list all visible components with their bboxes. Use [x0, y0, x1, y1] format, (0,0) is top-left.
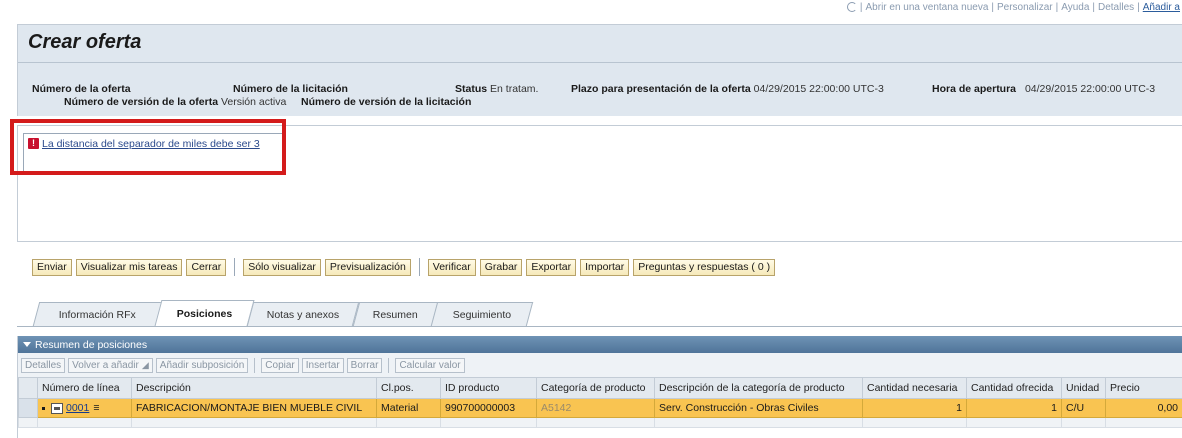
category-description-cell: Serv. Construcción - Obras Civiles — [654, 398, 863, 418]
product-id-cell: 990700000003 — [440, 398, 537, 418]
unit-cell: C/U — [1061, 398, 1106, 418]
questions-answers-button[interactable]: Preguntas y respuestas ( 0 ) — [633, 258, 776, 276]
description-cell: FABRICACION/MONTAJE BIEN MUEBLE CIVIL — [131, 398, 377, 418]
column-header-description[interactable]: Descripción — [131, 377, 377, 399]
opening-time-value: 04/29/2015 22:00:00 UTC-3 — [1024, 83, 1156, 95]
status-field: Status En tratam. — [455, 83, 539, 95]
positions-panel: Resumen de posiciones Detalles Volver a … — [17, 336, 1182, 438]
title-divider — [18, 62, 1182, 63]
display-only-button[interactable]: Sólo visualizar — [243, 258, 321, 276]
column-header-line-number[interactable]: Número de línea — [37, 377, 132, 399]
tab-strip: Información RFx Posiciones Notas y anexo… — [32, 300, 534, 326]
price-cell[interactable]: 0,00 — [1105, 398, 1182, 418]
toolbar-separator — [234, 258, 236, 276]
toolbar-separator — [254, 357, 256, 373]
offer-version-field: Número de versión de la oferta Versión a… — [64, 96, 287, 108]
preview-button[interactable]: Previsualización — [324, 258, 411, 276]
open-new-window-link[interactable]: Abrir en una ventana nueva — [866, 2, 989, 13]
refresh-icon[interactable] — [846, 2, 857, 12]
calculate-value-button[interactable]: Calcular valor — [395, 357, 465, 373]
delete-button[interactable]: Borrar — [346, 357, 383, 373]
highlight-annotation — [10, 119, 286, 175]
qty-offered-cell[interactable]: 1 — [966, 398, 1062, 418]
column-header-product-id[interactable]: ID producto — [440, 377, 537, 399]
opening-time-field: Hora de apertura 04/29/2015 22:00:00 UTC… — [932, 83, 1156, 95]
action-toolbar: Enviar Visualizar mis tareas Cerrar Sólo… — [32, 258, 776, 276]
positions-panel-header[interactable]: Resumen de posiciones — [18, 336, 1182, 353]
toolbar-separator — [418, 258, 420, 276]
close-button[interactable]: Cerrar — [186, 258, 227, 276]
export-button[interactable]: Exportar — [526, 258, 577, 276]
tab-positions[interactable]: Posiciones — [154, 300, 255, 326]
column-header-unit[interactable]: Unidad — [1061, 377, 1106, 399]
personalize-link[interactable]: Personalizar — [997, 2, 1053, 13]
offer-number-field: Número de la oferta — [32, 83, 131, 95]
add-to-link[interactable]: Añadir a — [1143, 2, 1180, 13]
add-again-button[interactable]: Volver a añadir ◢ — [68, 357, 153, 373]
edit-icon[interactable]: ≡ — [93, 402, 99, 414]
save-button[interactable]: Grabar — [479, 258, 523, 276]
verify-button[interactable]: Verificar — [427, 258, 476, 276]
column-header-price[interactable]: Precio — [1105, 377, 1182, 399]
add-subposition-button[interactable]: Añadir subposición — [155, 357, 249, 373]
column-header-product-category[interactable]: Categoría de producto — [536, 377, 655, 399]
column-header-qty-needed[interactable]: Cantidad necesaria — [862, 377, 967, 399]
item-type-icon — [51, 402, 63, 414]
insert-button[interactable]: Insertar — [301, 357, 344, 373]
tab-rfx-info[interactable]: Información RFx — [32, 302, 163, 326]
dropdown-arrow-icon: ◢ — [141, 359, 149, 370]
import-button[interactable]: Importar — [580, 258, 630, 276]
tender-number-field: Número de la licitación — [233, 83, 348, 95]
tabs-baseline — [17, 326, 1182, 327]
details-link[interactable]: Detalles — [1098, 2, 1134, 13]
copy-button[interactable]: Copiar — [261, 357, 299, 373]
deadline-value: 04/29/2015 22:00:00 UTC-3 — [753, 83, 884, 95]
table-row — [18, 417, 1182, 428]
column-header-qty-offered[interactable]: Cantidad ofrecida — [966, 377, 1062, 399]
send-button[interactable]: Enviar — [32, 258, 72, 276]
tab-notes-attachments[interactable]: Notas y anexos — [247, 302, 361, 326]
positions-panel-title: Resumen de posiciones — [35, 338, 148, 351]
offer-version-value: Versión activa — [220, 96, 287, 108]
help-link[interactable]: Ayuda — [1061, 2, 1089, 13]
line-number-link[interactable]: 0001 — [66, 402, 89, 414]
deadline-field: Plazo para presentación de la oferta 04/… — [571, 83, 884, 95]
collapse-triangle-icon[interactable] — [23, 342, 31, 347]
row-selector[interactable] — [18, 398, 38, 418]
line-number-cell: 0001 ≡ — [37, 398, 132, 418]
page-title: Crear oferta — [28, 31, 142, 53]
tender-version-field: Número de versión de la licitación — [301, 96, 472, 108]
column-header-item-category[interactable]: Cl.pos. — [376, 377, 441, 399]
item-category-cell: Material — [376, 398, 441, 418]
tab-summary[interactable]: Resumen — [352, 302, 439, 326]
details-button[interactable]: Detalles — [21, 357, 66, 373]
select-all-header[interactable] — [18, 377, 38, 399]
table-header-row: Número de línea Descripción Cl.pos. ID p… — [18, 377, 1182, 399]
column-header-category-description[interactable]: Descripción de la categoría de producto — [654, 377, 863, 399]
top-links-bar: | Abrir en una ventana nueva | Personali… — [846, 0, 1182, 14]
positions-toolbar: Detalles Volver a añadir ◢ Añadir subposi… — [18, 353, 1182, 377]
qty-needed-cell: 1 — [862, 398, 967, 418]
view-my-tasks-button[interactable]: Visualizar mis tareas — [75, 258, 183, 276]
offer-header-panel: Crear oferta Número de la oferta Número … — [17, 24, 1182, 116]
tab-tracking[interactable]: Seguimiento — [430, 302, 534, 326]
toolbar-separator — [388, 357, 390, 373]
status-value: En tratam. — [490, 83, 539, 95]
product-category-cell: A5142 — [536, 398, 655, 418]
bullet-icon — [42, 406, 45, 410]
table-row[interactable]: 0001 ≡ FABRICACION/MONTAJE BIEN MUEBLE CI… — [18, 398, 1182, 418]
positions-table: Número de línea Descripción Cl.pos. ID p… — [18, 377, 1182, 428]
